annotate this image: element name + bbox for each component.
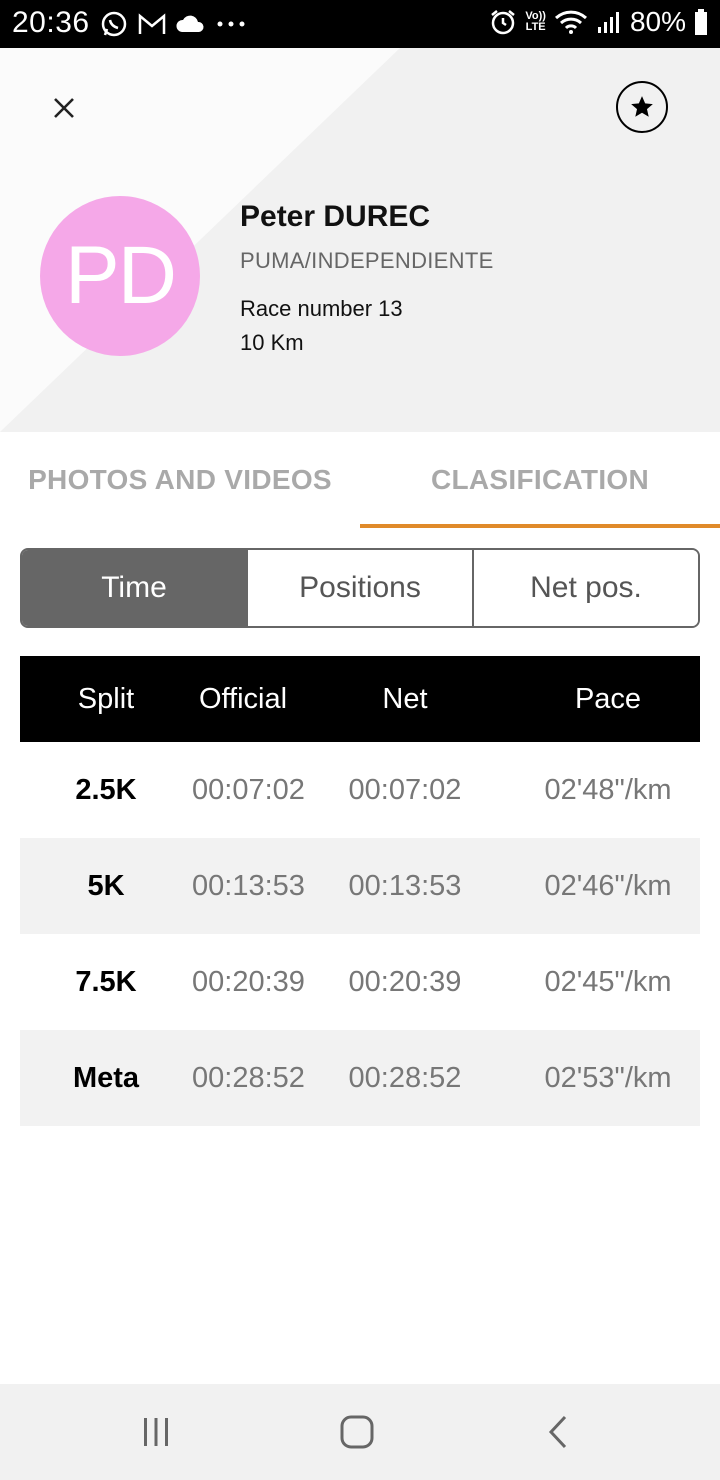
net-cell: 00:07:02 — [348, 773, 462, 806]
header-pace: Pace — [574, 682, 642, 715]
table-header: Split Official Net Pace — [20, 656, 700, 742]
segment-positions[interactable]: Positions — [246, 550, 472, 626]
view-segmented-control: Time Positions Net pos. — [20, 548, 700, 628]
signal-icon — [597, 12, 619, 33]
home-icon — [340, 1415, 374, 1449]
pace-cell: 02'48"/km — [544, 773, 672, 806]
pace-cell: 02'45"/km — [544, 965, 672, 998]
segment-net-pos[interactable]: Net pos. — [472, 550, 698, 626]
star-icon — [631, 96, 653, 117]
net-cell: 00:28:52 — [348, 1061, 462, 1094]
whatsapp-icon — [101, 11, 127, 37]
net-cell: 00:20:39 — [348, 965, 462, 998]
header-split: Split — [77, 682, 135, 715]
tab-bar: PHOTOS AND VIDEOS CLASIFICATION — [0, 432, 720, 528]
table-row: 5K 00:13:53 00:13:53 02'46"/km — [20, 838, 700, 934]
system-icons: Vo)) LTE 80% — [489, 6, 708, 38]
system-nav-bar — [0, 1384, 720, 1480]
segment-time[interactable]: Time — [22, 550, 246, 626]
notification-icons — [100, 10, 246, 38]
athlete-club: PUMA/INDEPENDIENTE — [240, 248, 494, 273]
split-cell: 7.5K — [75, 965, 137, 998]
lte-icon: Vo)) LTE — [525, 11, 546, 33]
more-icon — [217, 21, 245, 27]
split-cell: 5K — [87, 869, 125, 902]
header-official: Official — [198, 682, 288, 715]
header-net: Net — [382, 682, 428, 715]
tab-photos-and-videos[interactable]: PHOTOS AND VIDEOS — [0, 432, 360, 528]
alarm-icon — [491, 10, 516, 35]
athlete-header: PD Peter DUREC PUMA/INDEPENDIENTE Race n… — [0, 48, 720, 432]
splits-table: Split Official Net Pace 2.5K 00:07:02 00… — [20, 656, 700, 1126]
pace-cell: 02'53"/km — [544, 1061, 672, 1094]
split-cell: 2.5K — [75, 773, 137, 806]
table-row: 2.5K 00:07:02 00:07:02 02'48"/km — [20, 742, 700, 838]
recents-button[interactable] — [126, 1412, 186, 1452]
official-cell: 00:13:53 — [192, 869, 305, 902]
back-icon — [548, 1415, 567, 1449]
battery-icon — [695, 9, 707, 35]
official-cell: 00:28:52 — [192, 1061, 305, 1094]
recents-icon — [144, 1418, 168, 1446]
split-cell: Meta — [72, 1061, 140, 1094]
table-row: Meta 00:28:52 00:28:52 02'53"/km — [20, 1030, 700, 1126]
favorite-button[interactable] — [616, 81, 668, 133]
status-bar: 20:36 Vo)) LTE 80% — [0, 0, 720, 48]
table-row: 7.5K 00:20:39 00:20:39 02'45"/km — [20, 934, 700, 1030]
close-icon — [54, 98, 74, 118]
pace-cell: 02'46"/km — [544, 869, 672, 902]
avatar: PD — [40, 196, 200, 356]
lte-bottom: LTE — [525, 21, 546, 33]
official-cell: 00:07:02 — [192, 773, 305, 806]
close-button[interactable] — [44, 88, 84, 128]
back-button[interactable] — [528, 1412, 588, 1452]
gmail-icon — [138, 13, 166, 34]
active-tab-indicator — [360, 524, 720, 528]
official-cell: 00:20:39 — [192, 965, 305, 998]
race-number: Race number 13 — [240, 296, 403, 321]
status-time: 20:36 — [12, 6, 90, 39]
battery-percent: 80% — [629, 6, 686, 37]
home-button[interactable] — [327, 1412, 387, 1452]
athlete-name: Peter DUREC — [240, 200, 431, 233]
wifi-icon — [554, 10, 587, 34]
tab-clasification[interactable]: CLASIFICATION — [360, 432, 720, 528]
net-cell: 00:13:53 — [348, 869, 462, 902]
cloud-icon — [176, 15, 204, 32]
race-distance: 10 Km — [240, 330, 304, 355]
